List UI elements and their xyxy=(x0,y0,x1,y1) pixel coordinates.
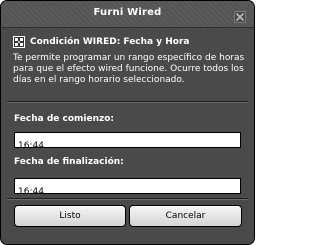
done-button[interactable]: Listo xyxy=(14,205,126,227)
end-date-label: Fecha de finalización: xyxy=(14,157,124,167)
window-title: Furni Wired xyxy=(93,7,162,18)
cancel-button[interactable]: Cancelar xyxy=(129,205,242,227)
furni-wired-window: Furni Wired Condición WIRED: Fecha y Hor… xyxy=(0,0,255,245)
start-time-input[interactable] xyxy=(15,139,240,153)
condition-description: Te permite programar un rango específico… xyxy=(13,53,245,85)
title-bar[interactable]: Furni Wired xyxy=(1,1,254,28)
divider xyxy=(7,198,248,200)
wired-condition-icon xyxy=(13,36,25,48)
divider xyxy=(7,101,248,103)
end-time-input[interactable] xyxy=(15,185,240,199)
end-time-field-box[interactable] xyxy=(14,178,241,199)
condition-title: Condición WIRED: Fecha y Hora xyxy=(30,37,190,47)
start-time-field-box[interactable] xyxy=(14,132,241,153)
condition-header: Condición WIRED: Fecha y Hora xyxy=(13,36,190,48)
close-icon[interactable] xyxy=(234,8,246,23)
start-date-label: Fecha de comienzo: xyxy=(14,114,115,124)
